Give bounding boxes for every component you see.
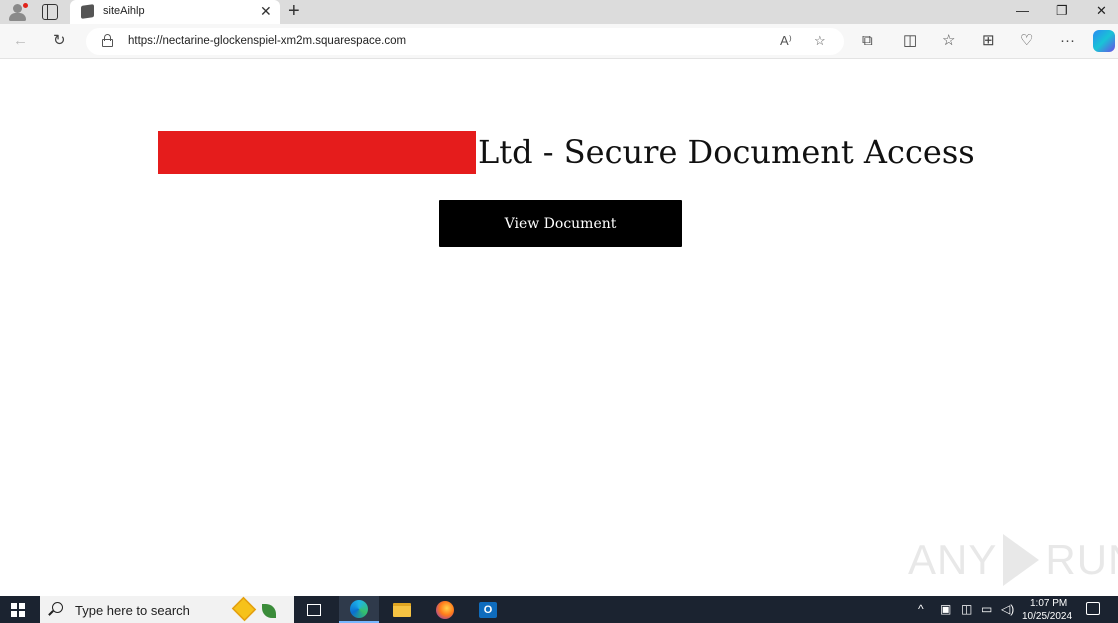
- search-placeholder: Type here to search: [75, 603, 190, 618]
- favorites-icon[interactable]: ☆: [942, 32, 955, 50]
- folder-icon: [393, 602, 411, 617]
- more-options-icon[interactable]: ···: [1060, 32, 1075, 50]
- tab-title: siteAihlp: [103, 5, 145, 17]
- watermark-left-text: ANY: [908, 536, 998, 583]
- task-view-button[interactable]: [294, 596, 334, 623]
- address-bar[interactable]: https://nectarine-glockenspiel-xm2m.squa…: [86, 28, 844, 55]
- watermark-play-icon: [1003, 534, 1040, 586]
- watermark-right-text: RUN: [1045, 536, 1118, 583]
- outlook-button[interactable]: O: [468, 596, 508, 623]
- anyrun-watermark: ANY RUN: [908, 532, 1118, 588]
- leaf-icon: [262, 604, 276, 618]
- lock-icon[interactable]: [102, 34, 113, 47]
- tray-chevron-up-icon[interactable]: ^: [918, 602, 924, 616]
- favorite-star-icon[interactable]: ☆: [814, 33, 826, 49]
- heading-text: Ltd - Secure Document Access: [478, 133, 975, 171]
- page-content: Ltd - Secure Document Access View Docume…: [0, 60, 1118, 592]
- view-document-button[interactable]: View Document: [439, 200, 682, 247]
- close-tab-icon[interactable]: ✕: [260, 3, 272, 19]
- profile-icon[interactable]: [8, 3, 28, 21]
- new-tab-icon[interactable]: +: [288, 1, 300, 21]
- back-icon[interactable]: ←: [13, 32, 28, 50]
- firefox-button[interactable]: [425, 596, 465, 623]
- file-explorer-button[interactable]: [382, 596, 422, 623]
- collections-icon[interactable]: ⊞: [982, 32, 995, 50]
- tab-actions-icon[interactable]: [42, 4, 58, 20]
- browser-essentials-icon[interactable]: ♡: [1020, 32, 1033, 50]
- minimize-icon[interactable]: —: [1016, 3, 1029, 18]
- copilot-icon[interactable]: [1093, 30, 1115, 52]
- restore-icon[interactable]: ❐: [1056, 3, 1068, 19]
- taskbar-search-box[interactable]: Type here to search: [40, 596, 294, 623]
- clock-time[interactable]: 1:07 PM: [1030, 598, 1067, 609]
- read-aloud-icon[interactable]: A⁾: [780, 33, 792, 49]
- site-favicon-icon: [81, 4, 94, 19]
- page-heading: Ltd - Secure Document Access: [158, 130, 975, 174]
- redacted-company-name: [158, 130, 476, 174]
- taskbar: Type here to search O ^ ▣ ◫ ▭ ◁) 1:07 PM…: [0, 596, 1118, 623]
- firefox-icon: [436, 600, 454, 619]
- edge-icon: [350, 599, 368, 618]
- clock-date[interactable]: 10/25/2024: [1022, 611, 1072, 622]
- browser-tab-strip: siteAihlp ✕ + — ❐ ✕: [0, 0, 1118, 24]
- refresh-icon[interactable]: ↻: [53, 32, 66, 50]
- volume-icon[interactable]: ◁): [1001, 602, 1014, 616]
- task-view-icon: [307, 603, 321, 616]
- network-icon[interactable]: ▭: [981, 602, 992, 616]
- tray-outlook-icon[interactable]: ▣: [940, 602, 951, 616]
- edge-taskbar-button[interactable]: [339, 596, 379, 623]
- extensions-icon[interactable]: ⧉: [862, 32, 873, 50]
- windows-start-icon[interactable]: [11, 603, 25, 617]
- notification-icon[interactable]: [1086, 602, 1100, 615]
- search-highlight-icon: [231, 596, 257, 622]
- outlook-icon: O: [479, 601, 497, 618]
- tray-meet-icon[interactable]: ◫: [961, 602, 972, 616]
- active-tab[interactable]: siteAihlp ✕: [70, 0, 280, 24]
- split-screen-icon[interactable]: ◫: [903, 32, 917, 50]
- browser-toolbar: ← ↻ https://nectarine-glockenspiel-xm2m.…: [0, 24, 1118, 59]
- url-text[interactable]: https://nectarine-glockenspiel-xm2m.squa…: [128, 35, 406, 47]
- window-close-icon[interactable]: ✕: [1096, 3, 1107, 19]
- search-icon: [52, 602, 63, 613]
